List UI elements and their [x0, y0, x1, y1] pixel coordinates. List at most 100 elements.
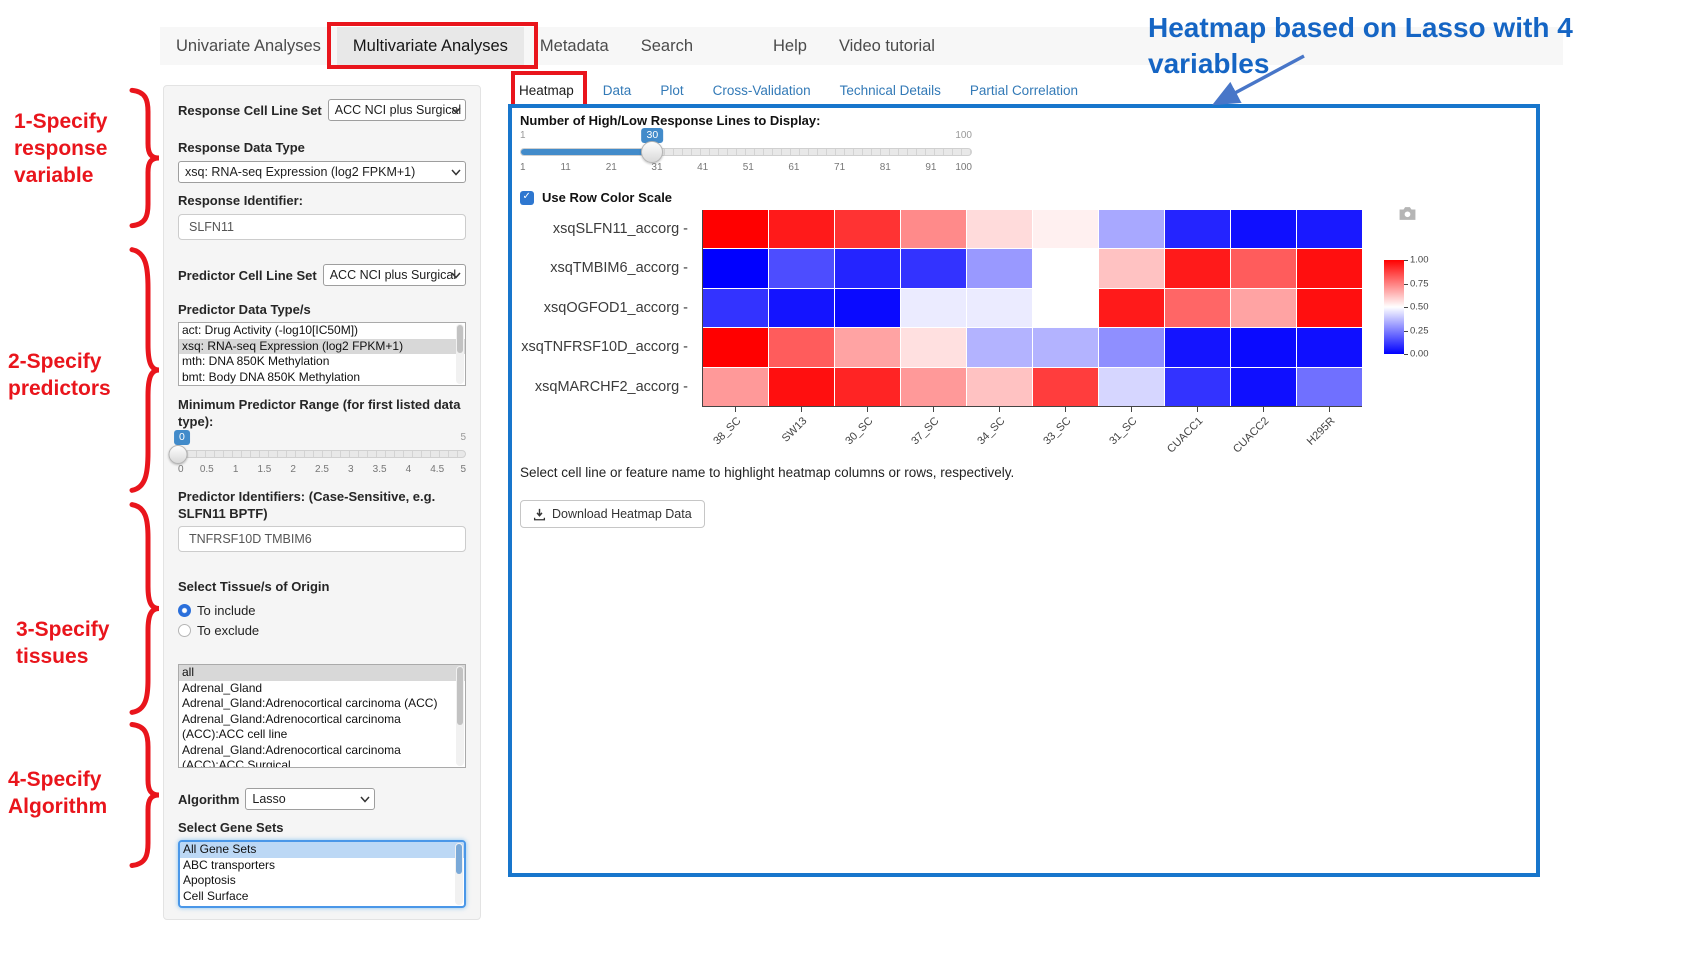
min-predictor-range-slider[interactable]: 5 0 00.511.522.533.544.55	[178, 432, 466, 482]
nav-item-search[interactable]: Search	[625, 27, 709, 65]
tab-heatmap[interactable]: Heatmap	[519, 83, 574, 98]
slider-tick-label: 5	[460, 464, 466, 475]
colorbar-tick-label: 0.00	[1410, 349, 1429, 360]
colorbar-tick-label: 0.25	[1410, 325, 1429, 336]
heatmap-cell-xsqmarchf2-accorg-cuacc1	[1165, 368, 1230, 406]
lines-slider[interactable]: 1 100 30 1112131415161718191100	[520, 130, 972, 186]
tissue-exclude-radio[interactable]: To exclude	[178, 620, 466, 640]
list-option-bmt-body-dna-850k-methylation[interactable]: bmt: Body DNA 850K Methylation	[179, 370, 465, 386]
predictor-cell-line-set-label: Predictor Cell Line Set	[178, 267, 317, 284]
slider-tick-label: 91	[925, 162, 936, 173]
predictor-data-types-listbox[interactable]: act: Drug Activity (-log10[IC50M])xsq: R…	[178, 322, 466, 386]
heatmap-cell-xsqslfn11-accorg-37-sc	[901, 210, 966, 248]
list-option-abc-transporters[interactable]: ABC transporters	[180, 858, 464, 874]
heatmap-cell-xsqtnfrsf10d-accorg-sw13	[769, 328, 834, 366]
list-option-all-gene-sets[interactable]: All Gene Sets	[180, 842, 464, 858]
list-option-adrenal-gland-adrenocortical-carcinoma-acc-acc-cell-line[interactable]: Adrenal_Gland:Adrenocortical carcinoma (…	[179, 712, 465, 743]
nav-item-univariate-analyses[interactable]: Univariate Analyses	[160, 27, 337, 65]
heatmap-row-label-xsqtmbim6-accorg[interactable]: xsqTMBIM6_accorg -	[512, 249, 696, 288]
algorithm-select[interactable]: Lasso	[245, 788, 375, 810]
row-color-scale-checkbox[interactable]	[520, 191, 534, 205]
heatmap-cell-xsqtnfrsf10d-accorg-30-sc	[835, 328, 900, 366]
slider-tick-label: 21	[606, 162, 617, 173]
slider-tick-label: 0	[178, 464, 184, 475]
slider-handle[interactable]	[641, 141, 663, 163]
scrollbar[interactable]	[455, 843, 463, 905]
heatmap-row-label-xsqtnfrsf10d-accorg[interactable]: xsqTNFRSF10D_accorg -	[512, 328, 696, 367]
nav-item-multivariate-analyses[interactable]: Multivariate Analyses	[337, 27, 524, 65]
heatmap-cell-xsqtmbim6-accorg-37-sc	[901, 249, 966, 287]
scrollbar[interactable]	[456, 666, 464, 766]
list-option-adrenal-gland-adrenocortical-carcinoma-acc[interactable]: Adrenal_Gland:Adrenocortical carcinoma (…	[179, 696, 465, 712]
heatmap-row-label-xsqmarchf2-accorg[interactable]: xsqMARCHF2_accorg -	[512, 368, 696, 407]
row-color-scale-label: Use Row Color Scale	[542, 190, 672, 205]
heatmap-cell-xsqmarchf2-accorg-38-sc	[703, 368, 768, 406]
response-identifier-input[interactable]: SLFN11	[178, 214, 466, 240]
list-option-adrenal-gland-adrenocortical-carcinoma-acc-acc-surgical[interactable]: Adrenal_Gland:Adrenocortical carcinoma (…	[179, 743, 465, 769]
tissue-include-radio[interactable]: To include	[178, 600, 466, 620]
camera-icon[interactable]	[1398, 206, 1417, 221]
predictor-identifiers-input[interactable]: TNFRSF10D TMBIM6	[178, 526, 466, 552]
list-option-apoptosis[interactable]: Apoptosis	[180, 873, 464, 889]
predictor-data-types-label: Predictor Data Type/s	[178, 301, 466, 318]
slider-tick-label: 51	[743, 162, 754, 173]
heatmap-cell-xsqtmbim6-accorg-sw13	[769, 249, 834, 287]
heatmap-colorbar: 1.000.750.500.250.00	[1384, 260, 1404, 354]
heatmap-column-label-cuacc1[interactable]: CUACC1	[1140, 415, 1205, 480]
nav-item-metadata[interactable]: Metadata	[524, 27, 625, 65]
slider-track[interactable]	[178, 450, 466, 458]
nav-item-video-tutorial[interactable]: Video tutorial	[823, 27, 951, 65]
tab-cross-validation[interactable]: Cross-Validation	[713, 83, 811, 98]
heatmap-column-label-33-sc[interactable]: 33_SC	[1008, 415, 1073, 480]
list-option-cell-surface[interactable]: Cell Surface	[180, 889, 464, 905]
list-option-act-drug-activity-log10-ic50m[interactable]: act: Drug Activity (-log10[IC50M])	[179, 323, 465, 339]
slider-value-tooltip: 0	[174, 430, 190, 445]
heatmap-cell-xsqmarchf2-accorg-33-sc	[1033, 368, 1098, 406]
list-option-all[interactable]: all	[179, 665, 465, 681]
gene-sets-listbox[interactable]: All Gene SetsABC transportersApoptosisCe…	[178, 840, 466, 908]
scrollbar[interactable]	[456, 324, 464, 384]
heatmap-cell-xsqslfn11-accorg-sw13	[769, 210, 834, 248]
list-option-mth-dna-850k-methylation[interactable]: mth: DNA 850K Methylation	[179, 354, 465, 370]
heatmap-row-label-xsqogfod1-accorg[interactable]: xsqOGFOD1_accorg -	[512, 289, 696, 328]
predictor-identifiers-label: Predictor Identifiers: (Case-Sensitive, …	[178, 488, 478, 522]
heatmap-column-label-31-sc[interactable]: 31_SC	[1074, 415, 1139, 480]
slider-tick-label: 61	[788, 162, 799, 173]
heatmap-cell-xsqogfod1-accorg-38-sc	[703, 289, 768, 327]
tab-technical-details[interactable]: Technical Details	[840, 83, 941, 98]
colorbar-tick-label: 0.75	[1410, 278, 1429, 289]
slider-min-label: 1	[520, 130, 526, 141]
nav-item-help[interactable]: Help	[757, 27, 823, 65]
heatmap-cell-xsqmarchf2-accorg-34-sc	[967, 368, 1032, 406]
list-option-xsq-rna-seq-expression-log2-fpkm-1[interactable]: xsq: RNA-seq Expression (log2 FPKM+1)	[179, 339, 465, 355]
heatmap-column-label-h295r[interactable]: H295R	[1272, 415, 1337, 480]
predictor-cell-line-set-select[interactable]: ACC NCI plus Surgical	[323, 264, 466, 286]
heatmap-cell-xsqtmbim6-accorg-cuacc2	[1231, 249, 1296, 287]
radio-unselected-icon	[178, 624, 191, 637]
heatmap-column-label-cuacc2[interactable]: CUACC2	[1206, 415, 1271, 480]
heatmap-row-label-xsqslfn11-accorg[interactable]: xsqSLFN11_accorg -	[512, 210, 696, 249]
slider-handle[interactable]	[169, 445, 188, 464]
algorithm-label: Algorithm	[178, 791, 239, 808]
slider-tick-label: 0.5	[200, 464, 214, 475]
heatmap-cell-xsqslfn11-accorg-h295r	[1297, 210, 1362, 248]
axis-tick	[867, 407, 868, 412]
slider-tick-label: 71	[834, 162, 845, 173]
heatmap-cell-xsqtmbim6-accorg-30-sc	[835, 249, 900, 287]
tab-partial-correlation[interactable]: Partial Correlation	[970, 83, 1078, 98]
heatmap-cell-xsqogfod1-accorg-h295r	[1297, 289, 1362, 327]
tab-data[interactable]: Data	[603, 83, 632, 98]
slider-track[interactable]	[520, 148, 972, 156]
response-cell-line-set-select[interactable]: ACC NCI plus Surgical	[328, 99, 466, 121]
download-heatmap-button[interactable]: Download Heatmap Data	[520, 500, 705, 528]
tab-plot[interactable]: Plot	[660, 83, 683, 98]
annotation-step-1: 1-Specify response variable	[14, 108, 107, 189]
list-option-adrenal-gland[interactable]: Adrenal_Gland	[179, 681, 465, 697]
heatmap-cell-xsqogfod1-accorg-37-sc	[901, 289, 966, 327]
heatmap-cell-xsqmarchf2-accorg-37-sc	[901, 368, 966, 406]
response-data-type-select[interactable]: xsq: RNA-seq Expression (log2 FPKM+1)	[178, 161, 466, 183]
analysis-config-panel: Response Cell Line Set ACC NCI plus Surg…	[163, 85, 481, 920]
slider-tick-label: 3	[348, 464, 354, 475]
tissues-listbox[interactable]: allAdrenal_GlandAdrenal_Gland:Adrenocort…	[178, 664, 466, 768]
heatmap-cell-xsqtnfrsf10d-accorg-37-sc	[901, 328, 966, 366]
